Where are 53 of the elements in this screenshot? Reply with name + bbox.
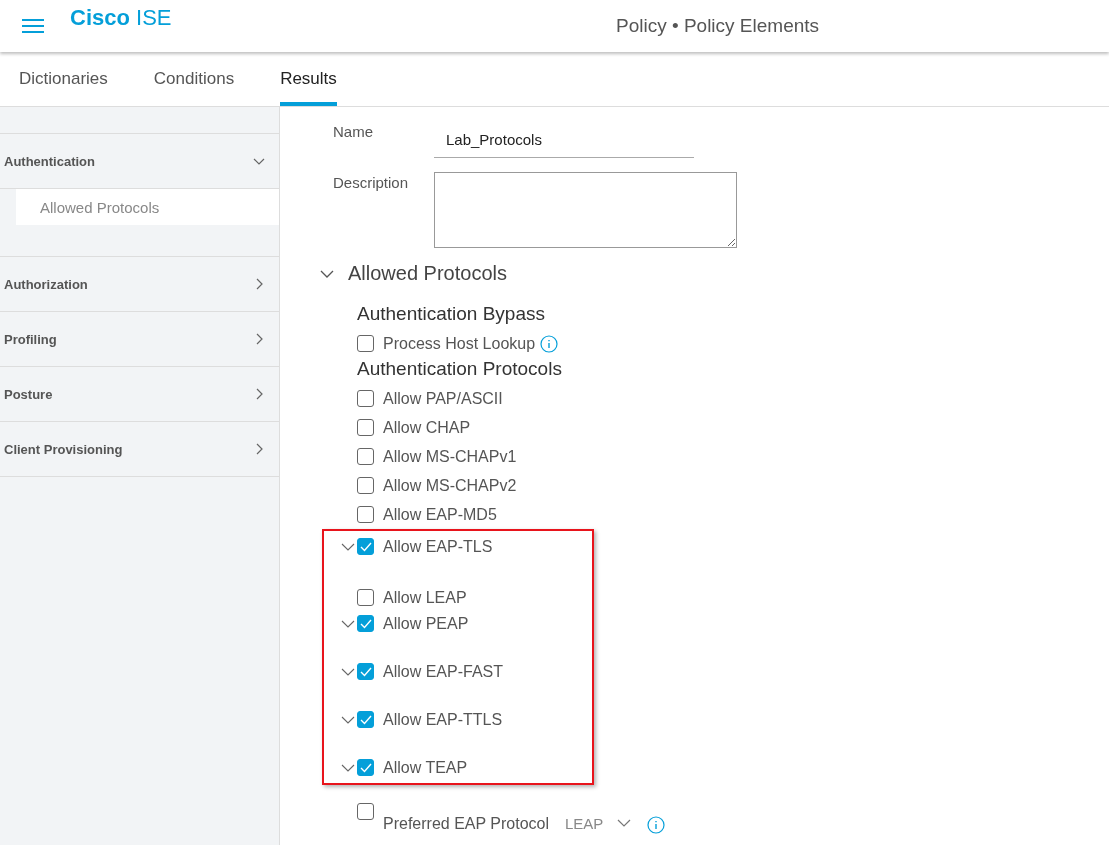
checkbox[interactable] <box>357 390 374 407</box>
checkbox[interactable] <box>357 506 374 523</box>
sidebar-section[interactable]: Posture <box>0 367 279 422</box>
checkbox-label: Allow TEAP <box>383 759 468 777</box>
chevron-down-icon[interactable] <box>341 716 355 725</box>
tab[interactable]: Results <box>280 52 337 106</box>
checkbox[interactable] <box>357 803 374 820</box>
checkbox[interactable] <box>357 759 374 776</box>
section-heading: Allowed Protocols <box>348 262 507 285</box>
checkbox[interactable] <box>357 538 374 555</box>
checkbox[interactable] <box>357 711 374 728</box>
chevron-down-icon[interactable] <box>341 620 355 629</box>
checkbox[interactable] <box>357 448 374 465</box>
sidebar-section[interactable]: Profiling <box>0 312 279 367</box>
checkbox-label: Process Host Lookup <box>383 334 536 353</box>
info-icon[interactable] <box>540 334 559 353</box>
checkbox-label: Allow EAP-FAST <box>383 663 504 681</box>
checkbox[interactable] <box>357 615 374 632</box>
checkbox-label: Preferred EAP Protocol <box>383 815 549 833</box>
checkbox-label: Allow PAP/ASCII <box>383 389 503 408</box>
checkbox-label: Allow CHAP <box>383 418 471 437</box>
chevron-down-icon[interactable] <box>341 764 355 773</box>
sidebar-item[interactable]: Allowed Protocols <box>16 189 279 225</box>
checkbox-label: Allow EAP-TTLS <box>383 711 503 729</box>
menu-icon[interactable] <box>22 18 44 34</box>
checkbox-label: Allow EAP-MD5 <box>383 505 497 524</box>
description-field[interactable] <box>434 172 737 248</box>
subsection-heading: Authentication Bypass <box>357 303 546 325</box>
checkbox-label: Allow MS-CHAPv1 <box>383 447 517 466</box>
chevron-down-icon[interactable] <box>341 668 355 677</box>
checkbox[interactable] <box>357 335 374 352</box>
checkbox-label: Allow EAP-TLS <box>383 538 493 556</box>
sidebar-section[interactable]: Client Provisioning <box>0 422 279 477</box>
protocol-dropdown[interactable]: LEAP <box>565 815 632 832</box>
checkbox[interactable] <box>357 663 374 680</box>
checkbox-label: Allow MS-CHAPv2 <box>383 476 517 495</box>
page-title: Policy • Policy Elements <box>616 15 820 37</box>
chevron-down-icon[interactable] <box>320 268 334 279</box>
brand-logo: Cisco ISE <box>70 5 172 31</box>
description-label: Description <box>333 173 410 193</box>
checkbox-label: Allow LEAP <box>383 588 467 607</box>
checkbox[interactable] <box>357 589 374 606</box>
subsection-heading: Authentication Protocols <box>357 358 563 380</box>
checkbox-label: Allow PEAP <box>383 615 469 633</box>
checkbox[interactable] <box>357 419 374 436</box>
info-icon[interactable] <box>647 816 666 834</box>
chevron-down-icon <box>617 819 632 828</box>
tab[interactable]: Conditions <box>153 52 235 106</box>
name-label: Name <box>333 122 374 142</box>
chevron-down-icon[interactable] <box>341 543 355 552</box>
checkbox[interactable] <box>357 477 374 494</box>
sidebar-section[interactable]: Authorization <box>0 257 279 312</box>
tab[interactable]: Dictionaries <box>19 52 108 106</box>
